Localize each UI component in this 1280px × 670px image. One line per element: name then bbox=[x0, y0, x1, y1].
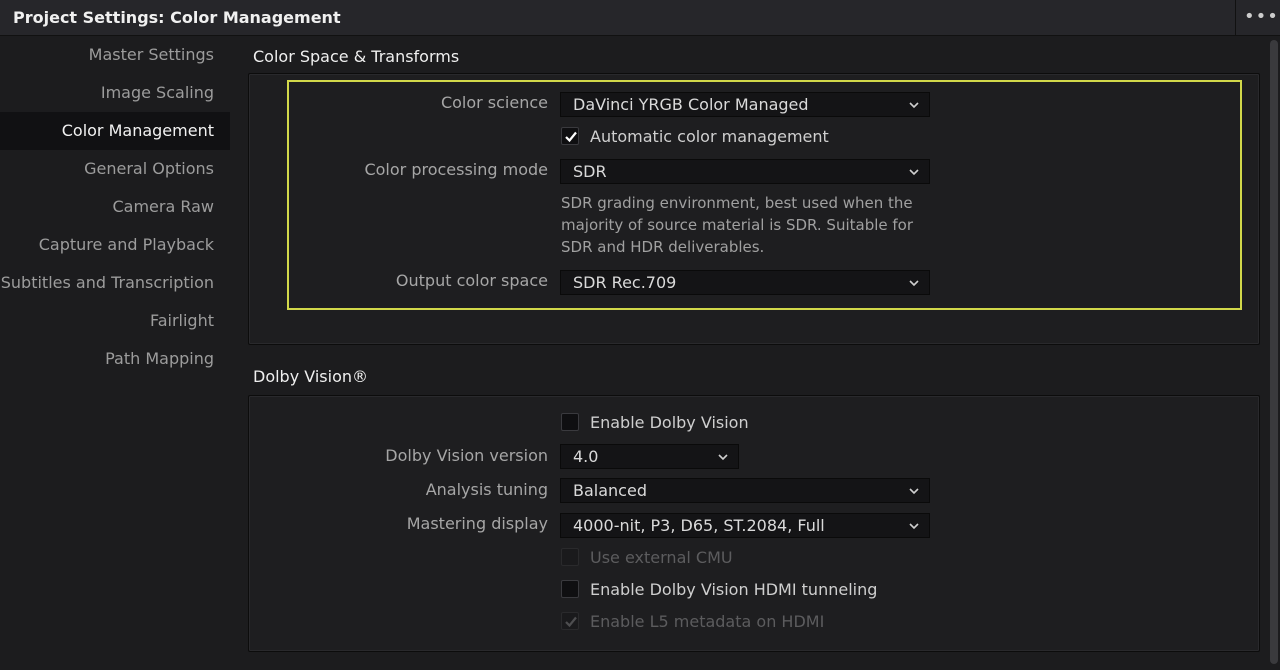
chevron-down-icon bbox=[909, 523, 919, 530]
window-title: Project Settings: Color Management bbox=[13, 8, 341, 27]
color-science-label: Color science bbox=[440, 93, 548, 112]
sidebar-item-capture-and-playback[interactable]: Capture and Playback bbox=[0, 226, 230, 264]
dolby-vision-section-title: Dolby Vision® bbox=[253, 367, 369, 386]
vertical-scrollbar[interactable] bbox=[1268, 36, 1280, 670]
color-processing-mode-label: Color processing mode bbox=[364, 160, 548, 179]
color-science-value: DaVinci YRGB Color Managed bbox=[573, 95, 809, 114]
color-processing-mode-value: SDR bbox=[573, 162, 607, 181]
output-color-space-value: SDR Rec.709 bbox=[573, 273, 677, 292]
output-color-space-label: Output color space bbox=[395, 271, 548, 290]
auto-color-management-checkbox[interactable]: Automatic color management bbox=[561, 126, 861, 148]
enable-l5-metadata-label: Enable L5 metadata on HDMI bbox=[590, 612, 825, 631]
enable-dolby-vision-checkbox[interactable]: Enable Dolby Vision bbox=[561, 412, 861, 434]
chevron-down-icon bbox=[909, 169, 919, 176]
enable-dolby-vision-label: Enable Dolby Vision bbox=[590, 413, 749, 432]
analysis-tuning-label: Analysis tuning bbox=[425, 480, 548, 499]
analysis-tuning-value: Balanced bbox=[573, 481, 647, 500]
sidebar-item-color-management[interactable]: Color Management bbox=[0, 112, 230, 150]
title-divider bbox=[1235, 0, 1236, 36]
analysis-tuning-dropdown[interactable]: Balanced bbox=[560, 478, 930, 503]
chevron-down-icon bbox=[909, 102, 919, 109]
auto-color-management-label: Automatic color management bbox=[590, 127, 829, 146]
mastering-display-value: 4000-nit, P3, D65, ST.2084, Full bbox=[573, 516, 825, 535]
mastering-display-label: Mastering display bbox=[406, 514, 548, 533]
checkmark-icon bbox=[565, 616, 577, 628]
more-horizontal-icon[interactable]: ••• bbox=[1244, 6, 1278, 28]
checkbox-box bbox=[561, 548, 579, 566]
color-science-dropdown[interactable]: DaVinci YRGB Color Managed bbox=[560, 92, 930, 117]
chevron-down-icon bbox=[718, 454, 728, 461]
dolby-vision-version-value: 4.0 bbox=[573, 447, 599, 466]
checkbox-box[interactable] bbox=[561, 580, 579, 598]
checkbox-box[interactable] bbox=[561, 127, 579, 145]
dolby-vision-version-label: Dolby Vision version bbox=[385, 446, 548, 465]
sidebar-item-master-settings[interactable]: Master Settings bbox=[0, 36, 230, 74]
enable-l5-metadata-checkbox: Enable L5 metadata on HDMI bbox=[561, 611, 861, 633]
enable-hdmi-tunneling-label: Enable Dolby Vision HDMI tunneling bbox=[590, 580, 878, 599]
sidebar-item-fairlight[interactable]: Fairlight bbox=[0, 302, 230, 340]
sidebar-item-subtitles-and-transcription[interactable]: Subtitles and Transcription bbox=[0, 264, 230, 302]
sidebar-item-image-scaling[interactable]: Image Scaling bbox=[0, 74, 230, 112]
output-color-space-dropdown[interactable]: SDR Rec.709 bbox=[560, 270, 930, 295]
scrollbar-thumb[interactable] bbox=[1270, 40, 1278, 664]
mastering-display-dropdown[interactable]: 4000-nit, P3, D65, ST.2084, Full bbox=[560, 513, 930, 538]
checkmark-icon bbox=[565, 131, 577, 143]
color-processing-mode-dropdown[interactable]: SDR bbox=[560, 159, 930, 184]
chevron-down-icon bbox=[909, 280, 919, 287]
sidebar-item-path-mapping[interactable]: Path Mapping bbox=[0, 340, 230, 378]
title-bar: Project Settings: Color Management ••• bbox=[0, 0, 1280, 36]
checkbox-box[interactable] bbox=[561, 413, 579, 431]
color-space-section-title: Color Space & Transforms bbox=[253, 47, 460, 66]
sidebar-item-general-options[interactable]: General Options bbox=[0, 150, 230, 188]
checkbox-box bbox=[561, 612, 579, 630]
settings-content: Color Space & Transforms Color science D… bbox=[232, 36, 1268, 670]
use-external-cmu-checkbox: Use external CMU bbox=[561, 547, 861, 569]
settings-sidebar: Master Settings Image Scaling Color Mana… bbox=[0, 36, 232, 670]
sidebar-item-camera-raw[interactable]: Camera Raw bbox=[0, 188, 230, 226]
use-external-cmu-label: Use external CMU bbox=[590, 548, 733, 567]
enable-hdmi-tunneling-checkbox[interactable]: Enable Dolby Vision HDMI tunneling bbox=[561, 579, 901, 601]
processing-mode-description: SDR grading environment, best used when … bbox=[561, 194, 914, 256]
dolby-vision-version-dropdown[interactable]: 4.0 bbox=[560, 444, 739, 469]
chevron-down-icon bbox=[909, 488, 919, 495]
